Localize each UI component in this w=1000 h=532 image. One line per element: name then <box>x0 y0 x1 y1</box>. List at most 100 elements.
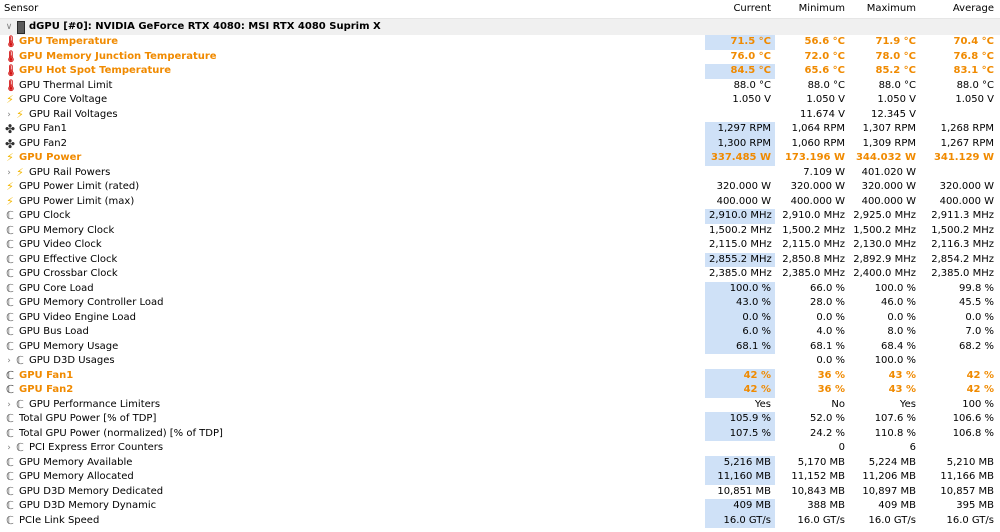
current-value: 10,851 MB <box>717 485 771 497</box>
minimum-value: 24.2 % <box>810 427 845 439</box>
clock-icon: ℂ <box>5 383 15 397</box>
average-value: 76.8 °C <box>953 50 995 62</box>
table-row[interactable]: ℂ GPU Fan2 42 % 36 % 43 % 42 % <box>0 383 1000 398</box>
sensor-name: GPU Hot Spot Temperature <box>19 65 172 76</box>
current-value: Yes <box>754 398 771 410</box>
average-value: 106.8 % <box>952 427 994 439</box>
table-row[interactable]: ℂ Total GPU Power (normalized) [% of TDP]… <box>0 426 1000 441</box>
table-row[interactable]: › ℂ GPU D3D Usages 0.0 % 100.0 % <box>0 354 1000 369</box>
table-row[interactable]: ℂ GPU Video Clock 2,115.0 MHz 2,115.0 MHz 2,… <box>0 238 1000 253</box>
maximum-value: Yes <box>899 398 916 410</box>
expand-chevron-icon[interactable]: › <box>4 441 14 456</box>
expand-chevron-icon[interactable]: › <box>4 166 14 181</box>
minimum-value: 28.0 % <box>810 297 845 308</box>
table-row[interactable]: ℂ GPU Clock 2,910.0 MHz 2,910.0 MHz 2,925.0 … <box>0 209 1000 224</box>
average-value: 88.0 °C <box>956 79 994 91</box>
minimum-value: 36 % <box>817 384 845 395</box>
table-row[interactable]: ℂ GPU Fan1 42 % 36 % 43 % 42 % <box>0 368 1000 383</box>
sensor-name: Total GPU Power (normalized) [% of TDP] <box>19 427 223 439</box>
table-row[interactable]: 🌡 GPU Memory Junction Temperature 76.0 °C 7… <box>0 50 1000 65</box>
average-value: 320.000 W <box>939 181 994 192</box>
table-row[interactable]: ℂ GPU Core Load 100.0 % 66.0 % 100.0 % 99.8 % <box>0 281 1000 296</box>
table-row[interactable]: ℂ GPU Effective Clock 2,855.2 MHz 2,850.8 M… <box>0 252 1000 267</box>
table-row[interactable]: ℂ GPU Bus Load 6.0 % 4.0 % 8.0 % 7.0 % <box>0 325 1000 340</box>
clock-icon: ℂ <box>6 209 14 223</box>
minimum-value: 0 <box>838 442 845 453</box>
minimum-value: 1.050 V <box>806 94 845 105</box>
maximum-value: 10,897 MB <box>862 485 916 497</box>
table-row[interactable]: ⚡ GPU Power 337.485 W 173.196 W 344.032 W 341… <box>0 151 1000 166</box>
table-row[interactable]: › ⚡ GPU Rail Powers 7.109 W 401.020 W <box>0 166 1000 181</box>
minimum-value: 72.0 °C <box>804 50 846 62</box>
sensor-name: GPU Temperature <box>19 36 119 47</box>
table-row[interactable]: ℂ GPU D3D Memory Dynamic 409 MB 388 MB 409 M… <box>0 499 1000 514</box>
group-label: dGPU [#0]: NVIDIA GeForce RTX 4080: MSI … <box>29 21 381 32</box>
maximum-value: 2,925.0 MHz <box>853 210 916 221</box>
sensor-name: GPU Clock <box>19 210 71 221</box>
current-value: 76.0 °C <box>730 50 772 62</box>
table-row[interactable]: ℂ GPU Memory Allocated 11,160 MB 11,152 MB 1… <box>0 470 1000 485</box>
table-row[interactable]: ℂ PCIe Link Speed 16.0 GT/s 16.0 GT/s 16.0 G… <box>0 513 1000 528</box>
table-row[interactable]: ⚡ GPU Core Voltage 1.050 V 1.050 V 1.050 V 1.… <box>0 93 1000 108</box>
table-row[interactable]: 🌡 GPU Thermal Limit 88.0 °C 88.0 °C 88.0 °C 8… <box>0 79 1000 94</box>
minimum-value: 88.0 °C <box>807 79 845 91</box>
current-value: 337.485 W <box>705 151 775 166</box>
table-row[interactable]: ✤ GPU Fan1 1,297 RPM 1,064 RPM 1,307 RPM 1,26… <box>0 122 1000 137</box>
average-value: 100 % <box>962 398 994 410</box>
column-header-maximum[interactable]: Maximum <box>849 0 920 18</box>
maximum-value: 43 % <box>888 384 916 395</box>
column-header-minimum[interactable]: Minimum <box>775 0 849 18</box>
group-row-dgpu[interactable]: ∨ dGPU [#0]: NVIDIA GeForce RTX 4080: MS… <box>0 19 1000 35</box>
table-row[interactable]: 🌡 GPU Temperature 71.5 °C 56.6 °C 71.9 °C 70.… <box>0 35 1000 50</box>
current-value: 1,500.2 MHz <box>709 224 772 236</box>
table-row[interactable]: ℂ GPU Video Engine Load 0.0 % 0.0 % 0.0 % 0.0… <box>0 310 1000 325</box>
maximum-value: 110.8 % <box>874 427 916 439</box>
maximum-value: 12.345 V <box>870 108 916 120</box>
table-row[interactable]: ⚡ GPU Power Limit (max) 400.000 W 400.000 W… <box>0 195 1000 210</box>
table-row[interactable]: ℂ GPU Memory Clock 1,500.2 MHz 1,500.2 MHz 1… <box>0 224 1000 239</box>
minimum-value: No <box>831 398 845 410</box>
sensor-name: GPU Fan1 <box>19 369 74 381</box>
column-header-average[interactable]: Average <box>920 0 1000 18</box>
clock-icon: ℂ <box>16 397 24 411</box>
sensor-name: GPU Thermal Limit <box>19 79 113 91</box>
expand-chevron-icon[interactable]: › <box>4 354 14 369</box>
table-row[interactable]: › ℂ PCI Express Error Counters 0 6 <box>0 441 1000 456</box>
expand-chevron-icon[interactable]: › <box>4 398 14 413</box>
column-header-sensor[interactable]: Sensor <box>0 0 705 18</box>
clock-icon: ℂ <box>6 252 14 266</box>
table-row[interactable]: ℂ GPU Memory Controller Load 43.0 % 28.0 % 4… <box>0 296 1000 311</box>
table-row[interactable]: ℂ GPU Memory Available 5,216 MB 5,170 MB 5,2… <box>0 455 1000 470</box>
table-row[interactable]: ✤ GPU Fan2 1,300 RPM 1,060 RPM 1,309 RPM 1,26… <box>0 136 1000 151</box>
table-row[interactable]: 🌡 GPU Hot Spot Temperature 84.5 °C 65.6 °C 8… <box>0 64 1000 79</box>
table-row[interactable]: ℂ GPU Memory Usage 68.1 % 68.1 % 68.4 % 68.2 … <box>0 339 1000 354</box>
table-row[interactable]: ℂ GPU Crossbar Clock 2,385.0 MHz 2,385.0 MH… <box>0 267 1000 282</box>
expand-chevron-icon[interactable]: › <box>4 108 14 123</box>
maximum-value: 6 <box>909 442 916 453</box>
table-row[interactable]: › ⚡ GPU Rail Voltages 11.674 V 12.345 V <box>0 108 1000 123</box>
average-value: 7.0 % <box>965 326 994 337</box>
clock-icon: ℂ <box>6 223 14 237</box>
average-value: 99.8 % <box>959 282 994 294</box>
minimum-value: 1,064 RPM <box>791 123 845 134</box>
lightning-icon: ⚡ <box>6 180 14 194</box>
thermometer-icon: 🌡 <box>4 35 18 49</box>
table-row[interactable]: ⚡ GPU Power Limit (rated) 320.000 W 320.000… <box>0 180 1000 195</box>
average-value <box>920 441 1000 456</box>
table-row[interactable]: ℂ Total GPU Power [% of TDP] 105.9 % 52.0 %… <box>0 412 1000 427</box>
minimum-value: 1,500.2 MHz <box>782 224 845 236</box>
table-row[interactable]: ℂ GPU D3D Memory Dedicated 10,851 MB 10,843… <box>0 485 1000 500</box>
minimum-value: 36 % <box>817 369 845 381</box>
sensor-name: GPU Rail Voltages <box>29 108 118 120</box>
minimum-value: 5,170 MB <box>797 456 845 468</box>
current-value: 1,300 RPM <box>705 136 775 151</box>
column-header-current[interactable]: Current <box>705 0 775 18</box>
sensor-name: GPU Memory Junction Temperature <box>19 50 217 62</box>
minimum-value: 11.674 V <box>799 108 845 120</box>
collapse-chevron-icon[interactable]: ∨ <box>4 19 14 35</box>
current-value: 68.1 % <box>705 339 775 354</box>
table-row[interactable]: › ℂ GPU Performance Limiters Yes No Yes 100 % <box>0 398 1000 413</box>
sensor-rows: 🌡 GPU Temperature 71.5 °C 56.6 °C 71.9 °C 70.… <box>0 35 1000 528</box>
column-header-row: Sensor Current Minimum Maximum Average <box>0 0 1000 19</box>
current-value: 2,115.0 MHz <box>709 239 772 250</box>
